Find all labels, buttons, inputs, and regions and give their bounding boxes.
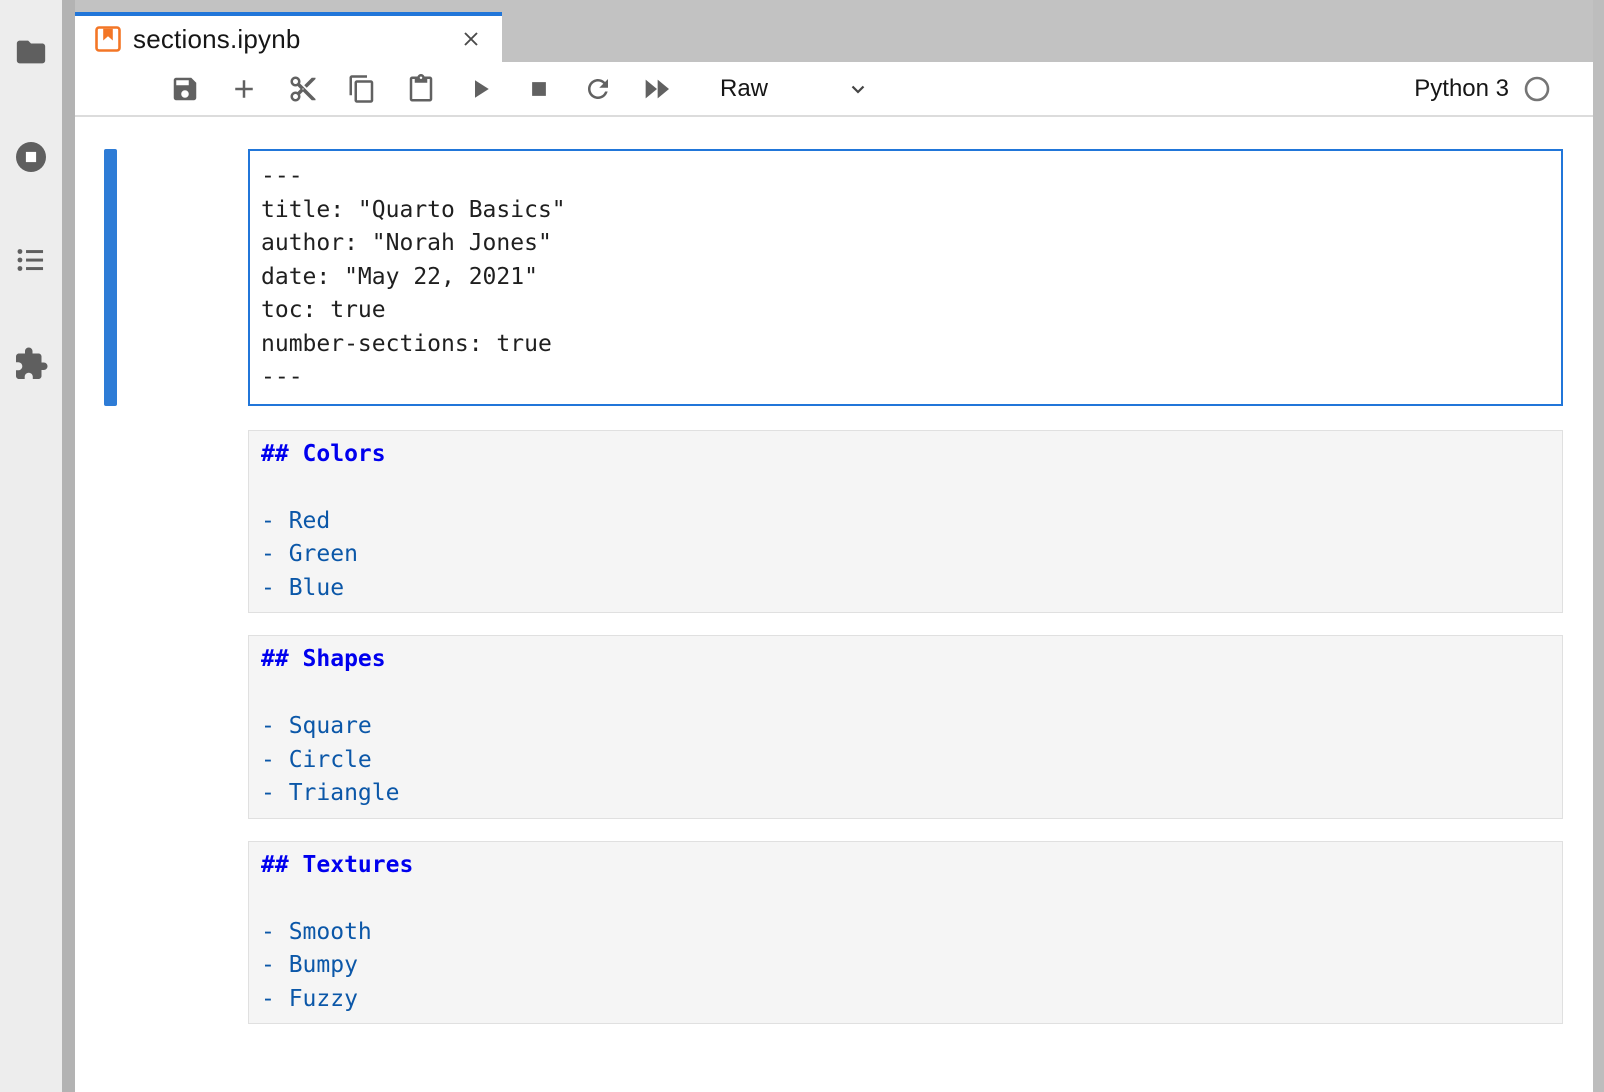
- blank-line: [261, 471, 1550, 505]
- markdown-header: ## Textures: [261, 849, 1550, 883]
- extension-manager-icon[interactable]: [13, 346, 49, 382]
- code-line: number-sections: true: [261, 328, 1550, 362]
- markdown-list-item: - Triangle: [261, 777, 1550, 811]
- right-edge-strip: [1593, 0, 1604, 1092]
- notebook-panel: --- title: "Quarto Basics" author: "Nora…: [75, 117, 1593, 1092]
- code-line: ---: [261, 361, 1550, 395]
- active-cell-collapser[interactable]: [104, 149, 117, 406]
- kernel-status-icon: [1523, 75, 1551, 103]
- run-cell-button[interactable]: [462, 71, 498, 107]
- running-kernels-icon[interactable]: [13, 139, 49, 175]
- interrupt-kernel-button[interactable]: [521, 71, 557, 107]
- jupyterlab-window: sections.ipynb: [0, 0, 1604, 1092]
- left-activity-bar: [0, 0, 62, 1092]
- insert-cell-button[interactable]: [226, 71, 262, 107]
- code-line: date: "May 22, 2021": [261, 261, 1550, 295]
- markdown-list-item: - Bumpy: [261, 949, 1550, 983]
- save-button[interactable]: [167, 71, 203, 107]
- markdown-list-item: - Circle: [261, 744, 1550, 778]
- code-line: author: "Norah Jones": [261, 227, 1550, 261]
- notebook-icon: [94, 25, 122, 53]
- markdown-list-item: - Square: [261, 710, 1550, 744]
- blank-line: [261, 677, 1550, 711]
- notebook-toolbar: Raw Python 3: [75, 62, 1593, 117]
- run-all-cells-button[interactable]: [639, 71, 675, 107]
- sidebar-divider: [62, 0, 75, 1092]
- tab-sections-ipynb[interactable]: sections.ipynb: [75, 12, 502, 62]
- markdown-cell-textures[interactable]: ## Textures - Smooth - Bumpy - Fuzzy: [248, 841, 1563, 1025]
- cell-type-value: Raw: [720, 75, 768, 103]
- markdown-list-item: - Smooth: [261, 916, 1550, 950]
- markdown-cell-colors[interactable]: ## Colors - Red - Green - Blue: [248, 430, 1563, 614]
- cut-cells-button[interactable]: [285, 71, 321, 107]
- tab-title: sections.ipynb: [133, 24, 458, 55]
- file-browser-icon[interactable]: [13, 34, 49, 70]
- blank-line: [261, 882, 1550, 916]
- kernel-area: Python 3: [1414, 75, 1551, 103]
- raw-cell-yaml-frontmatter[interactable]: --- title: "Quarto Basics" author: "Nora…: [248, 149, 1563, 406]
- markdown-cell-shapes[interactable]: ## Shapes - Square - Circle - Triangle: [248, 635, 1563, 819]
- code-line: ---: [261, 160, 1550, 194]
- kernel-name[interactable]: Python 3: [1414, 75, 1509, 103]
- copy-cells-button[interactable]: [344, 71, 380, 107]
- markdown-header: ## Colors: [261, 438, 1550, 472]
- cell-type-dropdown[interactable]: Raw: [706, 69, 878, 109]
- markdown-list-item: - Green: [261, 538, 1550, 572]
- paste-cells-button[interactable]: [403, 71, 439, 107]
- tab-bar: sections.ipynb: [75, 0, 1604, 62]
- markdown-list-item: - Fuzzy: [261, 983, 1550, 1017]
- markdown-list-item: - Blue: [261, 572, 1550, 606]
- cell-list: --- title: "Quarto Basics" author: "Nora…: [248, 149, 1563, 1024]
- code-line: toc: true: [261, 294, 1550, 328]
- restart-kernel-button[interactable]: [580, 71, 616, 107]
- table-of-contents-icon[interactable]: [13, 242, 49, 278]
- main-dock-panel: sections.ipynb: [75, 0, 1593, 1092]
- chevron-down-icon: [846, 77, 870, 101]
- markdown-header: ## Shapes: [261, 643, 1550, 677]
- code-line: title: "Quarto Basics": [261, 194, 1550, 228]
- close-icon[interactable]: [458, 26, 484, 52]
- markdown-list-item: - Red: [261, 505, 1550, 539]
